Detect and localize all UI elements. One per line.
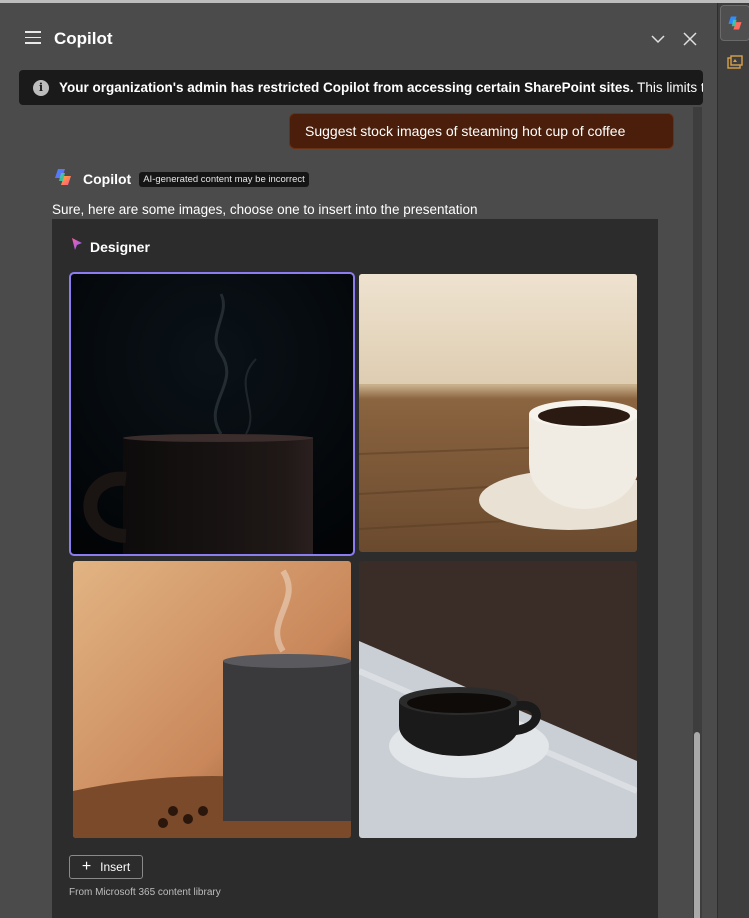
plus-icon: +: [81, 858, 92, 875]
stock-image-option[interactable]: [359, 561, 637, 838]
menu-icon[interactable]: [25, 31, 41, 45]
pane-header: Copilot: [0, 23, 717, 55]
stock-image-option[interactable]: [359, 274, 637, 552]
chevron-down-icon[interactable]: [648, 29, 668, 49]
info-icon: i: [33, 79, 49, 96]
copilot-rail-icon[interactable]: [720, 5, 749, 41]
admin-restriction-banner: i Your organization's admin has restrict…: [19, 70, 703, 105]
pane-title: Copilot: [54, 29, 113, 48]
designer-logo-icon: [70, 237, 84, 256]
insert-label: Insert: [100, 860, 131, 874]
designer-label: Designer: [90, 238, 150, 255]
scrollbar-thumb[interactable]: [694, 732, 700, 918]
user-message-text: Suggest stock images of steaming hot cup…: [305, 123, 626, 139]
ai-disclaimer-badge: AI-generated content may be incorrect: [139, 171, 309, 187]
user-message-bubble: Suggest stock images of steaming hot cup…: [289, 113, 674, 149]
side-rail: [717, 3, 749, 918]
banner-plain-text: This limits the: [637, 80, 703, 95]
copilot-logo-icon: [52, 166, 74, 193]
stock-image-option[interactable]: [69, 272, 355, 556]
designer-header: Designer: [70, 237, 150, 256]
content-source-note: From Microsoft 365 content library: [69, 887, 221, 898]
close-icon[interactable]: [680, 29, 700, 49]
stock-image-option[interactable]: [73, 561, 351, 838]
assistant-reply: Sure, here are some images, choose one t…: [52, 202, 478, 217]
assistant-name: Copilot: [83, 171, 132, 187]
designer-rail-icon[interactable]: [720, 45, 749, 81]
designer-card: Designer + Insert From Microsoft 365 con…: [52, 219, 658, 918]
copilot-pane: Copilot i Your organization's admin has …: [0, 3, 717, 918]
assistant-header: Copilot AI-generated content may be inco…: [52, 168, 309, 190]
banner-text: Your organization's admin has restricted…: [59, 80, 703, 95]
banner-bold-text: Your organization's admin has restricted…: [59, 80, 634, 95]
insert-button[interactable]: + Insert: [69, 855, 143, 879]
